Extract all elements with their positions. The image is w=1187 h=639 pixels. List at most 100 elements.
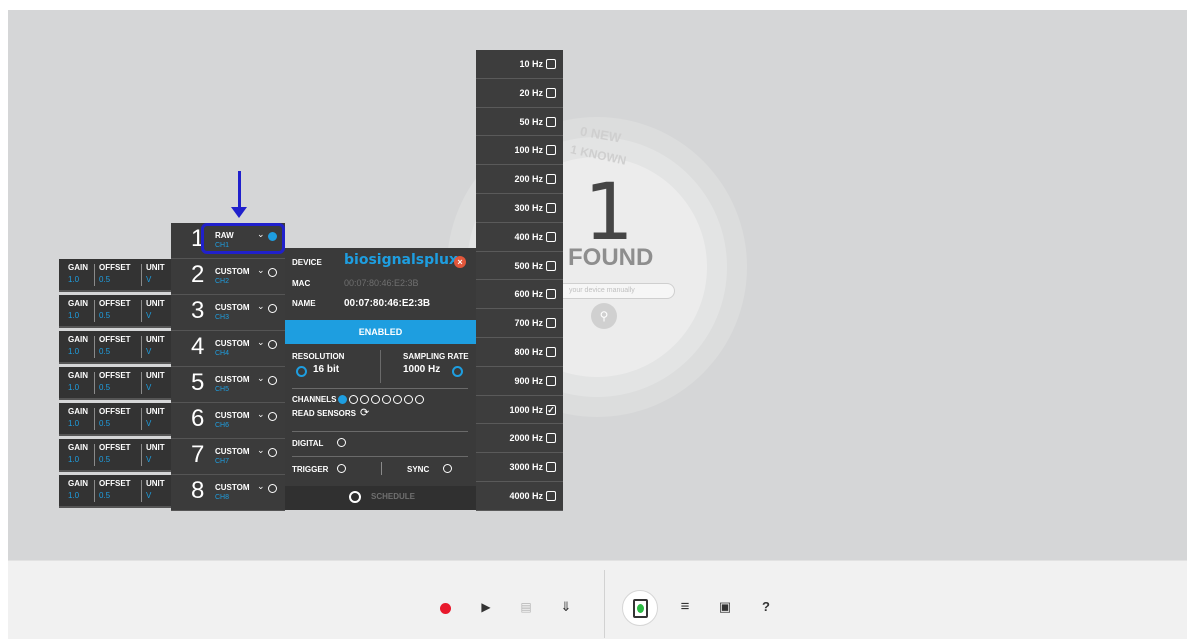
channel-row[interactable]: 6 CUSTOM CH6 ⌄ [171, 403, 285, 439]
enabled-toggle[interactable]: ENABLED [285, 320, 476, 344]
channel-dot[interactable] [349, 395, 358, 404]
rate-option[interactable]: 800 Hz [476, 338, 563, 367]
unit-value[interactable]: V [146, 347, 151, 356]
gain-value[interactable]: 1.0 [68, 455, 79, 464]
rate-option[interactable]: 50 Hz [476, 108, 563, 137]
rate-option[interactable]: 20 Hz [476, 79, 563, 108]
play-button[interactable]: ▶ [476, 597, 496, 617]
refresh-icon[interactable]: ⟳ [360, 406, 369, 419]
unit-value[interactable]: V [146, 419, 151, 428]
channel-toggle[interactable] [268, 376, 277, 385]
chevron-down-icon[interactable]: ⌄ [257, 265, 265, 276]
download-button[interactable]: ⇓ [556, 597, 576, 617]
channel-dot[interactable] [393, 395, 402, 404]
name-value[interactable]: 00:07:80:46:E2:3B [344, 298, 430, 309]
rate-option[interactable]: 1000 Hz ✓ [476, 396, 563, 425]
offset-value[interactable]: 0.5 [99, 311, 110, 320]
unit-value[interactable]: V [146, 311, 151, 320]
channel-dot[interactable] [404, 395, 413, 404]
chevron-down-icon[interactable]: ⌄ [257, 445, 265, 456]
rate-option[interactable]: 500 Hz [476, 252, 563, 281]
rate-option[interactable]: 900 Hz [476, 367, 563, 396]
resolution-icon[interactable] [296, 366, 307, 377]
channel-row[interactable]: 3 CUSTOM CH3 ⌄ [171, 295, 285, 331]
checkbox-icon[interactable] [546, 59, 556, 69]
gain-value[interactable]: 1.0 [68, 491, 79, 500]
chevron-down-icon[interactable]: ⌄ [257, 481, 265, 492]
unit-value[interactable]: V [146, 491, 151, 500]
checkbox-icon[interactable] [546, 347, 556, 357]
channel-row[interactable]: 2 CUSTOM CH2 ⌄ [171, 259, 285, 295]
help-button[interactable]: ? [756, 597, 776, 617]
channel-toggle[interactable] [268, 412, 277, 421]
schedule-bar[interactable]: SCHEDULE [285, 486, 476, 510]
checkbox-icon[interactable] [546, 260, 556, 271]
rate-option[interactable]: 4000 Hz [476, 482, 563, 511]
rate-option[interactable]: 10 Hz [476, 50, 563, 79]
checkbox-icon[interactable] [546, 491, 556, 501]
rate-option[interactable]: 3000 Hz [476, 453, 563, 482]
offset-value[interactable]: 0.5 [99, 383, 110, 392]
offset-value[interactable]: 0.5 [99, 491, 110, 500]
sampling-rate-icon[interactable] [452, 366, 463, 377]
trigger-radio[interactable] [337, 464, 346, 473]
rate-option[interactable]: 400 Hz [476, 223, 563, 252]
offset-value[interactable]: 0.5 [99, 347, 110, 356]
channel-dot[interactable] [338, 395, 347, 404]
channel-dot[interactable] [371, 395, 380, 404]
record-button[interactable] [435, 597, 455, 617]
sync-radio[interactable] [443, 464, 452, 473]
channel-dot[interactable] [415, 395, 424, 404]
checkbox-icon[interactable] [546, 116, 556, 127]
unit-value[interactable]: V [146, 383, 151, 392]
channel-toggle[interactable] [268, 484, 277, 493]
rate-option[interactable]: 300 Hz [476, 194, 563, 223]
gain-value[interactable]: 1.0 [68, 419, 79, 428]
channel-type[interactable]: CUSTOM [215, 267, 250, 276]
chevron-down-icon[interactable]: ⌄ [257, 373, 265, 384]
channel-dot[interactable] [382, 395, 391, 404]
unit-value[interactable]: V [146, 455, 151, 464]
chevron-down-icon[interactable]: ⌄ [257, 409, 265, 420]
rate-option[interactable]: 2000 Hz [476, 424, 563, 454]
digital-radio[interactable] [337, 438, 346, 447]
channel-dot[interactable] [360, 395, 369, 404]
offset-value[interactable]: 0.5 [99, 275, 110, 284]
channel-type[interactable]: CUSTOM [215, 303, 250, 312]
chevron-down-icon[interactable]: ⌄ [257, 301, 265, 312]
checkbox-icon[interactable] [546, 462, 556, 473]
checkbox-icon[interactable] [546, 231, 556, 242]
gain-value[interactable]: 1.0 [68, 383, 79, 392]
cart-button[interactable]: ▣ [715, 597, 735, 617]
checkbox-icon[interactable] [546, 375, 556, 386]
rate-option[interactable]: 600 Hz [476, 280, 563, 310]
gain-value[interactable]: 1.0 [68, 275, 79, 284]
offset-value[interactable]: 0.5 [99, 455, 110, 464]
rate-option[interactable]: 200 Hz [476, 165, 563, 194]
checkbox-checked-icon[interactable]: ✓ [546, 404, 556, 415]
device-button[interactable] [622, 590, 658, 626]
checkbox-icon[interactable] [546, 433, 556, 444]
channel-type[interactable]: CUSTOM [215, 483, 250, 492]
file-button[interactable]: ▤ [516, 597, 536, 617]
unit-value[interactable]: V [146, 275, 151, 284]
channel-toggle[interactable] [268, 448, 277, 457]
chevron-down-icon[interactable]: ⌄ [257, 337, 265, 348]
channel-type[interactable]: CUSTOM [215, 375, 250, 384]
channel-type[interactable]: CUSTOM [215, 339, 250, 348]
channel-row[interactable]: 4 CUSTOM CH4 ⌄ [171, 331, 285, 367]
search-button[interactable]: ⚲ [591, 303, 617, 329]
channel-type[interactable]: CUSTOM [215, 447, 250, 456]
channel-type[interactable]: CUSTOM [215, 411, 250, 420]
channel-row[interactable]: 7 CUSTOM CH7 ⌄ [171, 439, 285, 475]
settings-button[interactable]: ≡ [675, 597, 695, 617]
channel-toggle[interactable] [268, 268, 277, 277]
offset-value[interactable]: 0.5 [99, 419, 110, 428]
rate-option[interactable]: 100 Hz [476, 136, 563, 166]
close-button[interactable]: × [454, 256, 466, 268]
checkbox-icon[interactable] [546, 87, 556, 98]
checkbox-icon[interactable] [546, 174, 556, 185]
checkbox-icon[interactable] [546, 203, 556, 213]
gain-value[interactable]: 1.0 [68, 311, 79, 320]
checkbox-icon[interactable] [546, 145, 556, 156]
